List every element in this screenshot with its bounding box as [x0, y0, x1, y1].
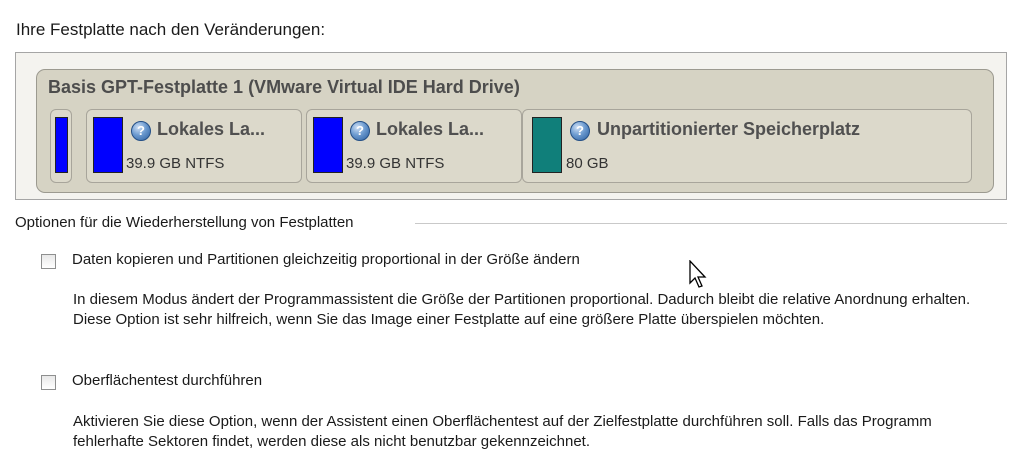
surface-test-label[interactable]: Oberflächentest durchführen [72, 372, 262, 389]
help-icon[interactable]: ? [350, 121, 370, 141]
partition-1-size: 39.9 GB NTFS [126, 155, 225, 172]
partition-unallocated-name: Unpartitionierter Speicherplatz [597, 119, 861, 139]
proportional-resize-label[interactable]: Daten kopieren und Partitionen gleichzei… [72, 251, 580, 268]
partition-1-color-bar [93, 117, 123, 173]
partition-unallocated-color-bar [532, 117, 562, 173]
options-group-label: Optionen für die Wiederherstellung von F… [15, 214, 360, 231]
surface-test-checkbox[interactable] [41, 375, 56, 390]
partition-unallocated-size: 80 GB [566, 155, 609, 172]
proportional-resize-checkbox[interactable] [41, 254, 56, 269]
disk-section-label: Ihre Festplatte nach den Veränderungen: [16, 20, 326, 39]
partition-2-name: Lokales La... [376, 119, 485, 139]
proportional-resize-description: In diesem Modus ändert der Programmassis… [73, 291, 971, 328]
partition-2-size: 39.9 GB NTFS [346, 155, 445, 172]
partition-small-color-bar [55, 117, 68, 173]
surface-test-description: Aktivieren Sie diese Option, wenn der As… [73, 413, 932, 450]
disk-title: Basis GPT-Festplatte 1 (VMware Virtual I… [48, 77, 520, 97]
group-divider [415, 223, 1007, 224]
options-group: Optionen für die Wiederherstellung von F… [15, 208, 1007, 232]
mouse-cursor-icon [689, 260, 707, 288]
partition-2-color-bar [313, 117, 343, 173]
partition-1-name: Lokales La... [157, 119, 266, 139]
help-icon[interactable]: ? [131, 121, 151, 141]
help-icon[interactable]: ? [570, 121, 590, 141]
